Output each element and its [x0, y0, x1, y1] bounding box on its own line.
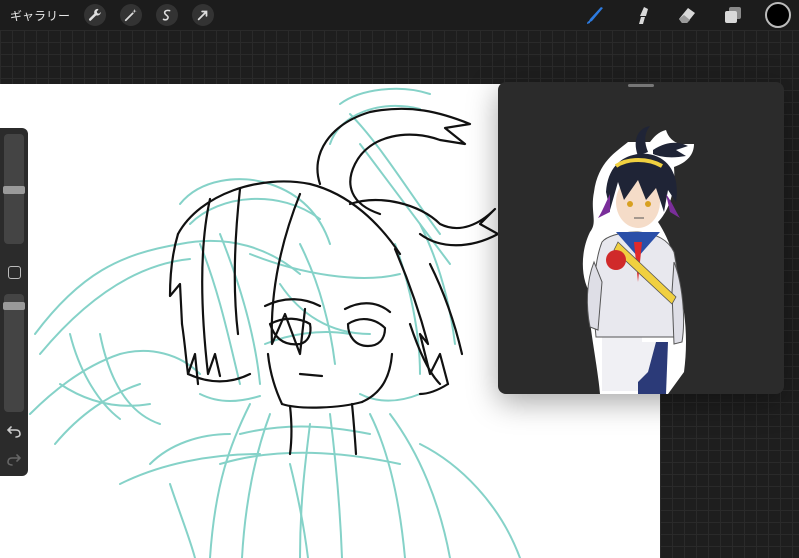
selection-icon — [162, 9, 171, 21]
brush-size-thumb[interactable] — [3, 186, 25, 194]
transform-button[interactable] — [192, 4, 215, 26]
reference-panel[interactable] — [498, 82, 784, 394]
eraser-button[interactable] — [673, 1, 701, 29]
reference-image — [582, 126, 694, 394]
reference-panel-grab-handle[interactable] — [628, 84, 654, 87]
redo-icon[interactable] — [7, 452, 21, 466]
smudge-button[interactable] — [627, 1, 655, 29]
magic-wand-icon — [124, 8, 137, 22]
layers-button[interactable] — [719, 1, 747, 29]
undo-icon[interactable] — [7, 424, 21, 438]
opacity-thumb[interactable] — [3, 302, 25, 310]
gallery-button[interactable]: ギャラリー — [10, 7, 70, 24]
brush-sidebar — [0, 128, 28, 476]
smudge-icon — [639, 7, 648, 24]
opacity-slider[interactable] — [4, 294, 24, 412]
layers-icon — [725, 7, 741, 23]
wrench-icon — [88, 8, 101, 21]
brush-button[interactable] — [581, 1, 609, 29]
transform-arrow-icon — [197, 10, 208, 21]
color-picker-button[interactable] — [765, 2, 791, 28]
top-toolbar: ギャラリー — [0, 0, 799, 30]
modify-button[interactable] — [8, 266, 21, 279]
actions-button[interactable] — [84, 4, 107, 26]
brush-icon — [587, 7, 603, 24]
eraser-icon — [679, 8, 695, 23]
adjustments-button[interactable] — [120, 4, 143, 26]
selection-button[interactable] — [156, 4, 179, 26]
